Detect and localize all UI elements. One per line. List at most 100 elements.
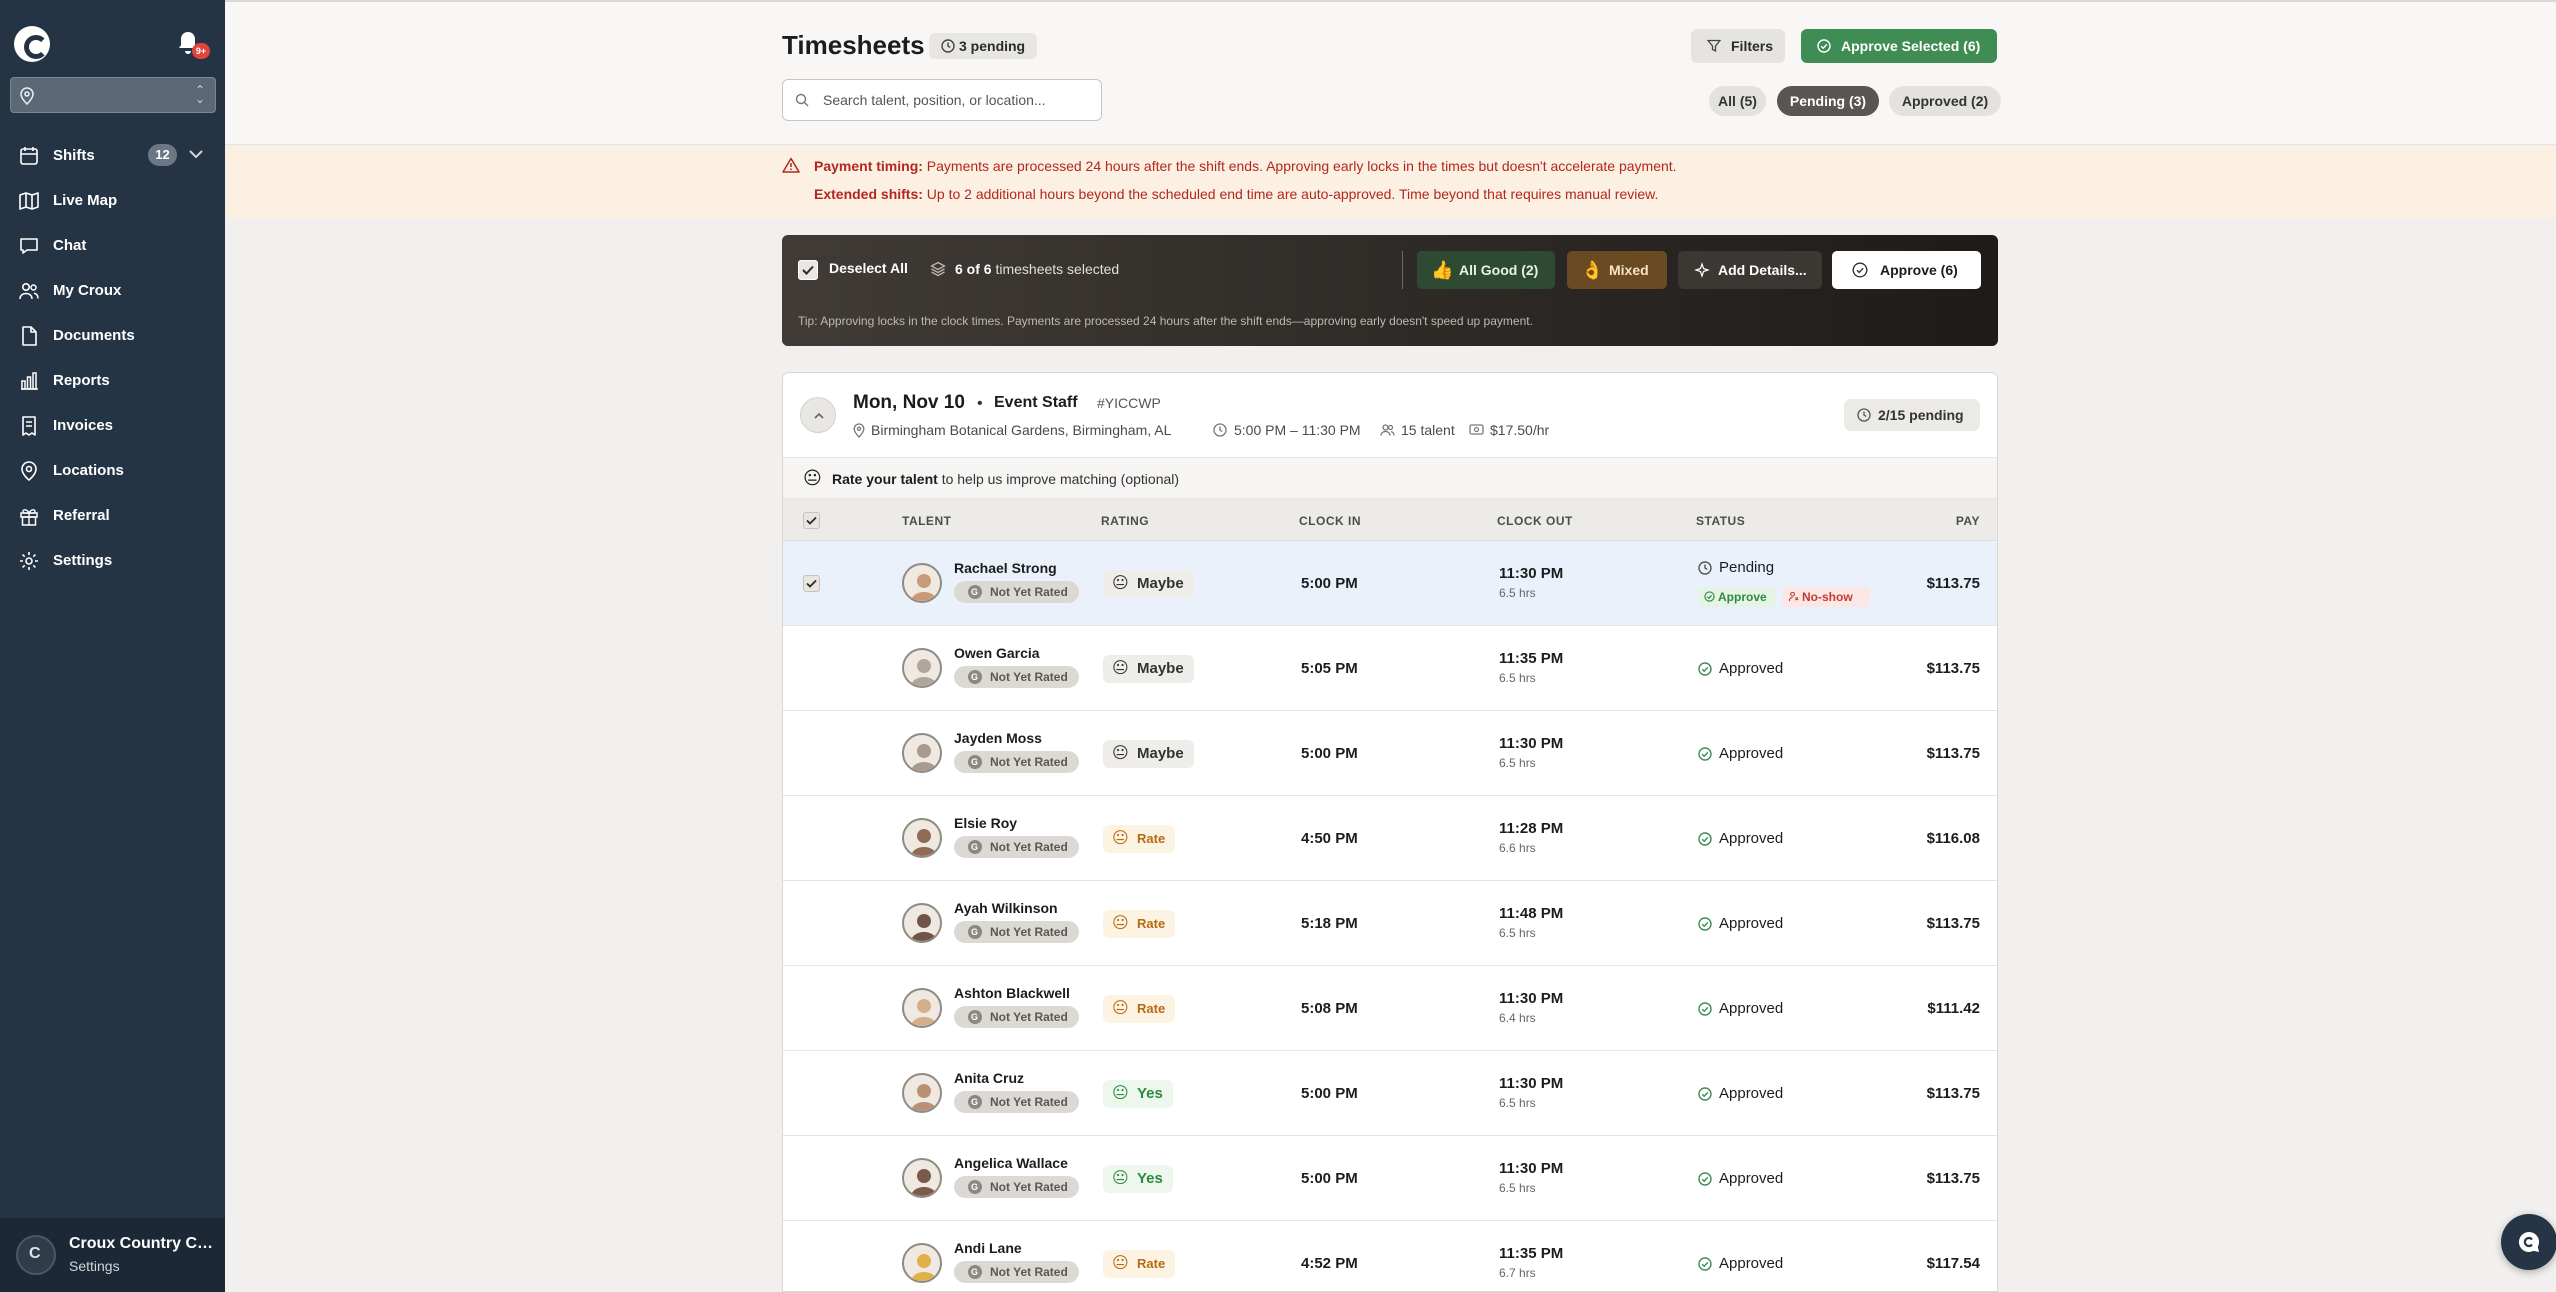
search-box[interactable]: [782, 79, 1102, 121]
not-yet-rated-badge: Not Yet Rated: [954, 1176, 1079, 1198]
shift-pending-chip: 2/15 pending: [1844, 399, 1980, 431]
no-show-button[interactable]: No-show: [1782, 587, 1870, 607]
rating-button[interactable]: 😐 Rate: [1103, 910, 1176, 938]
talent-name[interactable]: Jayden Moss: [954, 730, 1042, 746]
pay-amount: $113.75: [1926, 575, 1980, 592]
sidebar-item-chat[interactable]: Chat: [0, 225, 225, 265]
rating-badge-icon: [968, 921, 982, 943]
table-row[interactable]: Jayden Moss Not Yet Rated 😐Maybe 5:00 PM 11:…: [783, 711, 1997, 796]
sparkle-icon: [1694, 262, 1710, 278]
sidebar-item-label: Invoices: [53, 416, 114, 434]
avatar[interactable]: [902, 563, 942, 603]
sidebar-item-locations[interactable]: Locations: [0, 450, 225, 490]
check-circle-icon: [1698, 1087, 1712, 1101]
tab-pending[interactable]: Pending (3): [1777, 86, 1879, 116]
sidebar-item-reports[interactable]: Reports: [0, 360, 225, 400]
rating-button[interactable]: 😐 Maybe: [1103, 655, 1194, 683]
add-details-button[interactable]: Add Details...: [1678, 251, 1822, 289]
tab-all[interactable]: All (5): [1709, 86, 1766, 116]
talent-name[interactable]: Angelica Wallace: [954, 1155, 1068, 1171]
talent-name[interactable]: Ashton Blackwell: [954, 985, 1070, 1001]
rating-button[interactable]: 😐 Rate: [1103, 825, 1176, 853]
face-icon: 😐: [1112, 660, 1129, 677]
search-icon: [795, 93, 809, 107]
filters-button[interactable]: Filters: [1691, 29, 1785, 63]
table-row[interactable]: Ayah Wilkinson Not Yet Rated 😐Rate 5:18 PM 1…: [783, 881, 1997, 966]
sidebar-item-live-map[interactable]: Live Map: [0, 180, 225, 220]
filter-icon: [1707, 39, 1721, 53]
avatar[interactable]: [902, 1073, 942, 1113]
table-row[interactable]: Andi Lane Not Yet Rated 😐Rate 4:52 PM 11:35 …: [783, 1221, 1997, 1291]
avatar[interactable]: [902, 988, 942, 1028]
croux-logo[interactable]: [14, 26, 50, 62]
avatar[interactable]: [902, 903, 942, 943]
hours-worked: 6.5 hrs: [1499, 926, 1536, 940]
rating-button[interactable]: 😐 Maybe: [1103, 570, 1194, 598]
deselect-all-button[interactable]: Deselect All: [829, 260, 908, 276]
hours-worked: 6.6 hrs: [1499, 841, 1536, 855]
status-badge: Approved: [1698, 830, 1783, 847]
layers-icon: [930, 261, 946, 277]
column-header-pay: PAY: [1955, 514, 1980, 528]
rating-button[interactable]: 😐 Rate: [1103, 995, 1176, 1023]
avatar[interactable]: [902, 1243, 942, 1283]
sidebar-item-documents[interactable]: Documents: [0, 315, 225, 355]
table-row[interactable]: Angelica Wallace Not Yet Rated 😐Yes 5:00 PM…: [783, 1136, 1997, 1221]
approve-timesheet-button[interactable]: Approve: [1698, 587, 1776, 607]
check-circle-icon: [1698, 1172, 1712, 1186]
avatar[interactable]: [902, 733, 942, 773]
chevron-down-icon[interactable]: [188, 148, 204, 160]
talent-name[interactable]: Andi Lane: [954, 1240, 1022, 1256]
table-row[interactable]: Elsie Roy Not Yet Rated 😐Rate 4:50 PM 11:28 …: [783, 796, 1997, 881]
org-avatar: C: [16, 1235, 56, 1275]
neutral-face-icon: 😐: [803, 468, 822, 488]
avatar[interactable]: [902, 648, 942, 688]
location-selector[interactable]: ⌃ ⌄: [10, 77, 216, 113]
all-good-button[interactable]: 👍 All Good (2): [1417, 251, 1555, 289]
document-icon: [22, 326, 37, 346]
clock-in-time: 5:08 PM: [1301, 1000, 1358, 1017]
talent-name[interactable]: Anita Cruz: [954, 1070, 1024, 1086]
talent-name[interactable]: Ayah Wilkinson: [954, 900, 1058, 916]
sidebar-item-settings[interactable]: Settings: [0, 540, 225, 580]
face-icon: 😐: [1112, 1000, 1129, 1017]
gift-icon: [20, 509, 38, 526]
payment-notice-banner: Payment timing: Payments are processed 2…: [225, 146, 2556, 218]
face-icon: 😐: [1112, 1085, 1129, 1102]
rating-button[interactable]: 😐 Maybe: [1103, 740, 1194, 768]
chat-support-button[interactable]: [2501, 1214, 2556, 1270]
table-row[interactable]: Anita Cruz Not Yet Rated 😐Yes 5:00 PM 11:30 …: [783, 1051, 1997, 1136]
bar-chart-icon: [21, 372, 38, 390]
sidebar-item-my-croux[interactable]: My Croux: [0, 270, 225, 310]
tab-approved[interactable]: Approved (2): [1889, 86, 2001, 116]
collapse-shift-button[interactable]: [800, 397, 836, 433]
sidebar-item-invoices[interactable]: Invoices: [0, 405, 225, 445]
rating-button[interactable]: 😐 Rate: [1103, 1250, 1176, 1278]
sidebar: 9+ ⌃ ⌄ Shifts Live Map Chat My Croux Document…: [0, 0, 225, 1292]
mixed-button[interactable]: 👌 Mixed: [1567, 251, 1667, 289]
clock-out-time: 11:30 PM: [1499, 565, 1564, 582]
org-settings-link[interactable]: Settings: [69, 1258, 120, 1274]
location-pin-icon: [21, 461, 37, 482]
select-all-checkbox[interactable]: [798, 260, 818, 280]
talent-name[interactable]: Elsie Roy: [954, 815, 1017, 831]
table-row[interactable]: Rachael Strong Not Yet Rated 😐Maybe 5:00 PM…: [783, 541, 1997, 626]
org-account[interactable]: C Croux Country Club Settings: [0, 1218, 225, 1292]
clock-in-time: 5:00 PM: [1301, 1085, 1358, 1102]
sidebar-item-referral[interactable]: Referral: [0, 495, 225, 535]
avatar[interactable]: [902, 818, 942, 858]
table-row[interactable]: Owen Garcia Not Yet Rated 😐Maybe 5:05 PM 11:…: [783, 626, 1997, 711]
approve-selected-bulk-button[interactable]: Approve (6): [1832, 251, 1981, 289]
rating-badge-icon: [968, 666, 982, 688]
column-header-status: STATUS: [1696, 514, 1746, 528]
search-input[interactable]: [823, 80, 1093, 120]
talent-name[interactable]: Owen Garcia: [954, 645, 1040, 661]
rating-button[interactable]: 😐 Yes: [1103, 1080, 1173, 1108]
table-row[interactable]: Ashton Blackwell Not Yet Rated 😐Rate 5:08 P…: [783, 966, 1997, 1051]
rating-button[interactable]: 😐 Yes: [1103, 1165, 1173, 1193]
approve-selected-button[interactable]: Approve Selected (6): [1801, 29, 1997, 63]
table-select-all-checkbox[interactable]: [803, 512, 820, 529]
talent-name[interactable]: Rachael Strong: [954, 560, 1057, 576]
row-checkbox[interactable]: [803, 575, 820, 592]
avatar[interactable]: [902, 1158, 942, 1198]
